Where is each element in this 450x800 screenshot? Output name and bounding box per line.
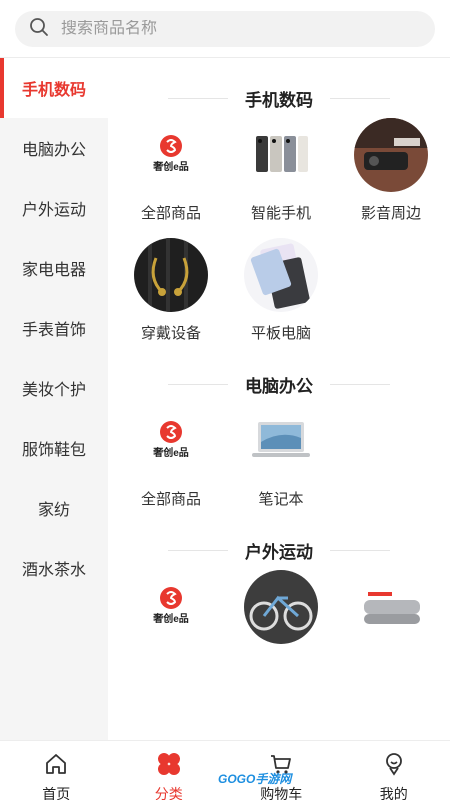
watermark: GOGO手游网 xyxy=(218,772,292,786)
search-input[interactable] xyxy=(61,20,401,38)
sidebar-item-drinks-tea[interactable]: 酒水茶水 xyxy=(0,538,108,598)
section-title: 手机数码 xyxy=(108,82,450,114)
category-icon xyxy=(156,751,182,782)
sidebar-item-computers-office[interactable]: 电脑办公 xyxy=(0,118,108,178)
category-item-label: 笔记本 xyxy=(258,491,304,508)
category-sidebar: 手机数码 电脑办公 户外运动 家电电器 手表首饰 美妆个护 服饰鞋包 家纺 酒水… xyxy=(0,58,108,740)
section-title-text: 手机数码 xyxy=(245,90,313,110)
category-item-label: 智能手机 xyxy=(250,205,311,222)
category-item-label: 全部商品 xyxy=(140,491,201,508)
tab-label: 首页 xyxy=(42,786,71,800)
category-item-all-products[interactable]: 奢创e品 xyxy=(116,566,226,686)
category-item-all-products[interactable]: 奢创e品 全部商品 xyxy=(116,400,226,520)
category-item-audio[interactable]: 影音周边 xyxy=(336,114,446,234)
sidebar-item-outdoor-sports[interactable]: 户外运动 xyxy=(0,178,108,238)
category-item-wearables[interactable]: 穿戴设备 xyxy=(116,234,226,354)
category-item-bicycles[interactable] xyxy=(226,566,336,686)
sidebar-item-home-textiles[interactable]: 家纺 xyxy=(0,478,108,538)
search-icon xyxy=(29,17,49,42)
category-item-all-products[interactable]: 奢创e品 全部商品 xyxy=(116,114,226,234)
tab-label: 我的 xyxy=(379,786,408,800)
category-item-sleeping-bags[interactable] xyxy=(336,566,446,686)
sleeping-bag-icon xyxy=(354,570,428,644)
search-box[interactable] xyxy=(15,11,435,47)
tab-label: 分类 xyxy=(154,786,183,800)
brand-logo-text: 奢创e品 xyxy=(152,612,189,625)
brand-logo-text: 奢创e品 xyxy=(152,446,189,459)
laptop-icon xyxy=(244,404,318,478)
sidebar-item-home-appliances[interactable]: 家电电器 xyxy=(0,238,108,298)
sidebar-item-watches-jewelry[interactable]: 手表首饰 xyxy=(0,298,108,358)
home-icon xyxy=(43,751,69,782)
category-grid: 奢创e品 全部商品 笔记本 xyxy=(108,400,450,520)
category-item-smartphones[interactable]: 智能手机 xyxy=(226,114,336,234)
tab-profile[interactable]: 我的 xyxy=(338,741,450,800)
audio-device-icon xyxy=(354,118,428,192)
tab-home[interactable]: 首页 xyxy=(0,741,113,800)
category-item-laptops[interactable]: 笔记本 xyxy=(226,400,336,520)
category-grid: 奢创e品 xyxy=(108,566,450,686)
category-item-tablets[interactable]: 平板电脑 xyxy=(226,234,336,354)
sidebar-item-beauty-care[interactable]: 美妆个护 xyxy=(0,358,108,418)
tab-category[interactable]: 分类 xyxy=(113,741,226,800)
earphones-icon xyxy=(134,238,208,312)
section-title-text: 电脑办公 xyxy=(245,376,313,396)
brand-logo-icon: 奢创e品 xyxy=(134,118,208,192)
tablet-icon xyxy=(244,238,318,312)
category-item-label: 影音周边 xyxy=(360,205,421,222)
category-grid: 奢创e品 全部商品 智能手机 影音周边 穿戴设备 平板电脑 xyxy=(108,114,450,354)
brand-logo-text: 奢创e品 xyxy=(152,160,189,173)
category-content: 手机数码 奢创e品 全部商品 智能手机 影音周边 穿戴设备 平板电脑 电脑办公 … xyxy=(108,58,450,740)
profile-icon xyxy=(381,751,407,782)
category-item-label: 全部商品 xyxy=(140,205,201,222)
category-item-label: 平板电脑 xyxy=(250,325,311,342)
brand-logo-icon: 奢创e品 xyxy=(134,404,208,478)
section-title-text: 户外运动 xyxy=(245,542,313,562)
sidebar-item-phones-digital[interactable]: 手机数码 xyxy=(0,58,108,118)
section-title: 户外运动 xyxy=(108,534,450,566)
brand-logo-icon: 奢创e品 xyxy=(134,570,208,644)
sidebar-item-apparel-bags[interactable]: 服饰鞋包 xyxy=(0,418,108,478)
bicycle-icon xyxy=(244,570,318,644)
category-item-label: 穿戴设备 xyxy=(140,325,201,342)
phones-icon xyxy=(244,118,318,192)
section-title: 电脑办公 xyxy=(108,368,450,400)
search-bar xyxy=(0,0,450,58)
